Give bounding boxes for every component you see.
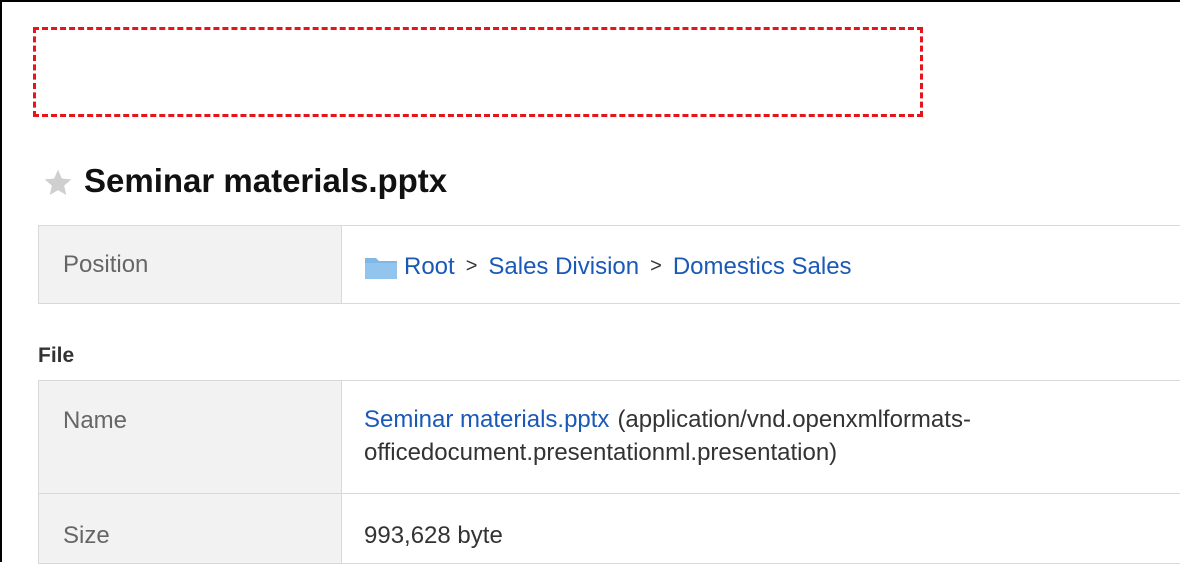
- breadcrumb-separator: >: [466, 255, 478, 278]
- position-row: Position Root > Sales Division > Domesti…: [39, 226, 1180, 304]
- star-icon[interactable]: [42, 167, 74, 199]
- position-value: Root > Sales Division > Domestics Sales: [342, 226, 1180, 304]
- breadcrumb: Root > Sales Division > Domestics Sales: [364, 253, 1180, 281]
- file-name-row: Name Seminar materials.pptx(application/…: [39, 381, 1180, 494]
- page-title: Seminar materials.pptx: [84, 162, 447, 200]
- title-row: Seminar materials.pptx: [42, 156, 447, 206]
- position-label: Position: [39, 226, 342, 304]
- breadcrumb-sales-division-link[interactable]: Sales Division: [488, 253, 639, 281]
- file-name-value: Seminar materials.pptx(application/vnd.o…: [342, 381, 1180, 494]
- file-table: Name Seminar materials.pptx(application/…: [38, 380, 1180, 564]
- file-size-row: Size 993,628 byte: [39, 494, 1180, 564]
- breadcrumb-domestics-sales-link[interactable]: Domestics Sales: [673, 253, 852, 281]
- position-table: Position Root > Sales Division > Domesti…: [38, 225, 1180, 304]
- file-download-link[interactable]: Seminar materials.pptx: [364, 406, 609, 433]
- file-size-value: 993,628 byte: [342, 494, 1180, 564]
- folder-icon: [364, 254, 398, 280]
- highlight-placeholder-box: [33, 27, 923, 117]
- file-name-label: Name: [39, 381, 342, 494]
- file-size-label: Size: [39, 494, 342, 564]
- breadcrumb-root-link[interactable]: Root: [404, 253, 455, 281]
- breadcrumb-separator: >: [650, 255, 662, 278]
- file-section-heading: File: [38, 344, 74, 368]
